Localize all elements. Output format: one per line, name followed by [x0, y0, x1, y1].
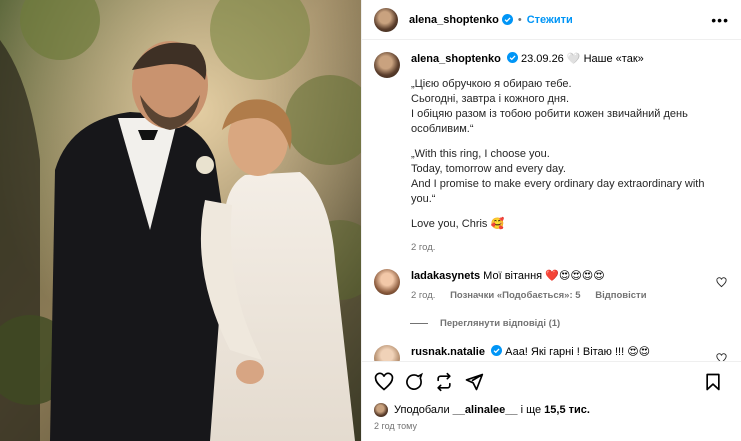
- liked-count[interactable]: 15,5 тис.: [544, 404, 590, 416]
- view-replies-button[interactable]: Переглянути відповіді (1): [410, 318, 727, 329]
- caption-sign: Love you, Chris 🥰: [411, 217, 505, 230]
- caption-ua-line: особливим.“: [411, 122, 474, 135]
- caption-block: alena_shoptenko 23.09.26 🤍 Наше «так» „Ц…: [374, 52, 727, 255]
- likes-summary[interactable]: Уподобали __alinalee__ і ще 15,5 тис.: [362, 401, 741, 419]
- caption-username[interactable]: alena_shoptenko: [411, 53, 501, 65]
- commenter-username[interactable]: ladakasynets: [411, 270, 480, 282]
- caption-ua-line: „Цією обручкою я обираю тебе.: [411, 77, 572, 90]
- verified-badge-icon: [491, 345, 503, 357]
- liker-avatar: [374, 403, 388, 417]
- post-actions-bar: [362, 361, 741, 401]
- liked-and: і ще: [520, 404, 542, 416]
- author-username[interactable]: alena_shoptenko: [409, 14, 499, 26]
- commenter-avatar[interactable]: [374, 268, 400, 295]
- commenter-avatar[interactable]: [374, 345, 400, 361]
- comment-item: ladakasynets Мої вітання ❤️😍😍😍😍 2 год. П…: [374, 268, 727, 303]
- post-side-panel: alena_shoptenko • Стежити ••• alena_shop…: [361, 0, 741, 441]
- caption-en-line: „With this ring, I choose you.: [411, 147, 550, 160]
- repost-icon[interactable]: [434, 372, 454, 392]
- commenter-username[interactable]: rusnak.natalie: [411, 346, 485, 358]
- wedding-photo-illustration: [0, 0, 361, 441]
- follow-button[interactable]: Стежити: [527, 14, 573, 26]
- comment-item: rusnak.natalie Ааа! Які гарні ! Вітаю !!…: [374, 345, 727, 361]
- share-send-icon[interactable]: [464, 372, 484, 392]
- save-bookmark-icon[interactable]: [703, 372, 723, 392]
- caption-en-line: And I promise to make every ordinary day…: [411, 177, 705, 190]
- caption-en-line: you.“: [411, 192, 436, 205]
- comment-meta: 2 год. Позначки «Подобається»: 5 Відпові…: [411, 290, 716, 303]
- post-photo[interactable]: [0, 0, 361, 441]
- comment-time: 2 год.: [411, 289, 436, 301]
- verified-badge-icon: [506, 52, 518, 63]
- liked-prefix: Уподобали: [394, 404, 450, 416]
- caption-timestamp: 2 год.: [411, 241, 436, 253]
- view-replies-label: Переглянути відповіді (1): [440, 318, 561, 330]
- caption-en-line: Today, tomorrow and every day.: [411, 162, 566, 175]
- caption-avatar[interactable]: [374, 52, 400, 78]
- caption-ukrainian: „Цією обручкою я обираю тебе. Сьогодні, …: [411, 77, 727, 137]
- post-header: alena_shoptenko • Стежити •••: [362, 0, 741, 40]
- instagram-post: alena_shoptenko • Стежити ••• alena_shop…: [0, 0, 741, 441]
- comment-like-heart-icon[interactable]: [716, 353, 727, 361]
- comment-bubble-icon[interactable]: [404, 372, 424, 392]
- separator-dot: •: [517, 13, 522, 26]
- like-heart-icon[interactable]: [374, 372, 394, 392]
- caption-time: 2 год.: [411, 242, 727, 255]
- caption-english: „With this ring, I choose you. Today, to…: [411, 147, 727, 207]
- more-options-icon[interactable]: •••: [711, 12, 729, 28]
- replies-line: [410, 323, 428, 325]
- caption-header: alena_shoptenko 23.09.26 🤍 Наше «так»: [411, 52, 727, 67]
- comment-text: Ааа! Які гарні ! Вітаю !!! 😍😍: [505, 346, 651, 359]
- post-time-ago: 2 год тому: [374, 421, 417, 431]
- comments-section[interactable]: alena_shoptenko 23.09.26 🤍 Наше «так» „Ц…: [362, 40, 741, 361]
- liked-user[interactable]: __alinalee__: [453, 404, 518, 416]
- comment-likes-count[interactable]: Позначки «Подобається»: 5: [450, 290, 580, 301]
- reply-button[interactable]: Відповісти: [595, 290, 646, 301]
- verified-badge-icon: [501, 14, 513, 25]
- caption-ua-line: І обіцяю разом із тобою робити кожен зви…: [411, 107, 688, 120]
- comment-like-heart-icon[interactable]: [716, 277, 727, 288]
- author-avatar[interactable]: [374, 7, 398, 32]
- comment-text: Мої вітання ❤️😍😍😍😍: [483, 269, 605, 282]
- caption-ua-line: Сьогодні, завтра і кожного дня.: [411, 92, 570, 105]
- caption-date: 23.09.26 🤍 Наше «так»: [520, 53, 644, 65]
